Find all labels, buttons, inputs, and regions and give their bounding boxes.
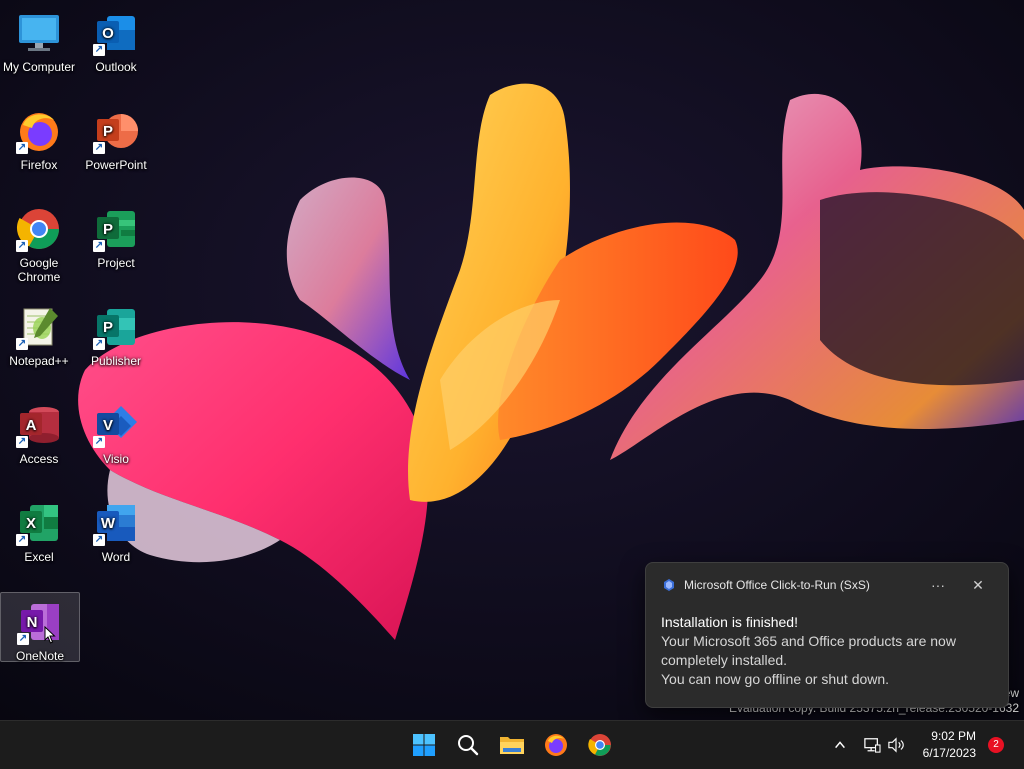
svg-text:A: A bbox=[26, 417, 37, 434]
desktop-icon-publisher[interactable]: P ↗ Publisher bbox=[77, 298, 155, 368]
excel-icon: X ↗ bbox=[16, 500, 62, 546]
svg-text:P: P bbox=[103, 123, 113, 140]
word-icon: W ↗ bbox=[93, 500, 139, 546]
shortcut-arrow-icon: ↗ bbox=[93, 534, 105, 546]
taskbar-search-button[interactable] bbox=[452, 729, 484, 761]
desktop-icon-label: Google Chrome bbox=[17, 256, 61, 284]
desktop-icon-project[interactable]: P ↗ Project bbox=[77, 200, 155, 270]
shortcut-arrow-icon: ↗ bbox=[16, 338, 28, 350]
desktop-icon-outlook[interactable]: O ↗ Outlook bbox=[77, 4, 155, 74]
firefox-icon bbox=[545, 734, 567, 756]
desktop-icon-label: Outlook bbox=[95, 60, 137, 74]
toast-header: Microsoft Office Click-to-Run (SxS) ··· … bbox=[662, 577, 994, 593]
toast-message-line-1: Your Microsoft 365 and Office products a… bbox=[661, 633, 956, 668]
notification-count-badge[interactable]: 2 bbox=[988, 737, 1004, 753]
outlook-icon: O ↗ bbox=[93, 10, 139, 56]
svg-text:O: O bbox=[102, 25, 114, 42]
desktop-icon-visio[interactable]: V ↗ Visio bbox=[77, 396, 155, 466]
desktop-icon-notepadpp[interactable]: ↗ Notepad++ bbox=[0, 298, 78, 368]
shortcut-arrow-icon: ↗ bbox=[16, 142, 28, 154]
toast-message-line-2: You can now go offline or shut down. bbox=[661, 671, 890, 687]
svg-text:W: W bbox=[101, 515, 116, 532]
desktop-icon-firefox[interactable]: ↗ Firefox bbox=[0, 102, 78, 172]
shortcut-arrow-icon: ↗ bbox=[17, 633, 29, 645]
search-icon bbox=[458, 735, 479, 756]
installation-notification-toast[interactable]: Microsoft Office Click-to-Run (SxS) ··· … bbox=[645, 562, 1009, 708]
shortcut-arrow-icon: ↗ bbox=[93, 338, 105, 350]
shortcut-arrow-icon: ↗ bbox=[93, 436, 105, 448]
chrome-icon bbox=[588, 734, 611, 756]
desktop-icon-label: Notepad++ bbox=[9, 354, 69, 368]
toast-app-name: Microsoft Office Click-to-Run (SxS) bbox=[684, 578, 870, 592]
desktop-icon-label: PowerPoint bbox=[85, 158, 147, 172]
visio-icon: V ↗ bbox=[93, 402, 139, 448]
clock-date[interactable]: 6/17/2023 bbox=[910, 746, 976, 760]
desktop-icon-chrome[interactable]: ↗ Google Chrome bbox=[0, 200, 78, 284]
desktop-icon-label: Excel bbox=[24, 550, 54, 564]
svg-text:V: V bbox=[103, 417, 113, 434]
powerpoint-icon: P ↗ bbox=[93, 108, 139, 154]
desktop-icon-label: Word bbox=[101, 550, 131, 564]
chevron-up-icon bbox=[835, 741, 845, 749]
toast-title: Installation is finished! bbox=[661, 614, 798, 630]
volume-button[interactable] bbox=[882, 729, 910, 761]
shortcut-arrow-icon: ↗ bbox=[93, 44, 105, 56]
toast-body: Installation is finished! Your Microsoft… bbox=[661, 613, 996, 689]
desktop-icon-label: My Computer bbox=[2, 60, 76, 74]
notepadpp-icon: ↗ bbox=[16, 304, 62, 350]
taskbar-chrome[interactable] bbox=[584, 729, 616, 761]
computer-icon bbox=[16, 10, 62, 56]
shortcut-arrow-icon: ↗ bbox=[16, 436, 28, 448]
svg-text:P: P bbox=[103, 319, 113, 336]
chrome-icon: ↗ bbox=[16, 206, 62, 252]
desktop-icon-excel[interactable]: X ↗ Excel bbox=[0, 494, 78, 564]
windows-logo-icon bbox=[413, 734, 435, 756]
taskbar-file-explorer[interactable] bbox=[496, 729, 528, 761]
svg-text:X: X bbox=[26, 515, 36, 532]
clock-time[interactable]: 9:02 PM bbox=[910, 729, 976, 743]
svg-text:N: N bbox=[27, 614, 38, 631]
speaker-icon bbox=[888, 737, 904, 753]
desktop-icon-onenote[interactable]: N ↗ OneNote bbox=[0, 592, 80, 663]
shortcut-arrow-icon: ↗ bbox=[93, 240, 105, 252]
desktop-icon-computer[interactable]: My Computer bbox=[0, 4, 78, 74]
show-hidden-icons-button[interactable] bbox=[824, 729, 856, 761]
desktop-icon-label: Access bbox=[19, 452, 59, 466]
svg-text:P: P bbox=[103, 221, 113, 238]
project-icon: P ↗ bbox=[93, 206, 139, 252]
toast-close-button[interactable]: ✕ bbox=[968, 575, 988, 595]
network-icon bbox=[864, 738, 881, 753]
desktop-icon-word[interactable]: W ↗ Word bbox=[77, 494, 155, 564]
toast-more-options-button[interactable]: ··· bbox=[928, 575, 948, 595]
firefox-icon: ↗ bbox=[16, 108, 62, 154]
desktop-icon-powerpoint[interactable]: P ↗ PowerPoint bbox=[77, 102, 155, 172]
taskbar-firefox[interactable] bbox=[540, 729, 572, 761]
onenote-icon: N ↗ bbox=[17, 599, 63, 645]
office-clicktorun-icon bbox=[662, 578, 676, 592]
desktop-icon-label: OneNote bbox=[15, 649, 65, 663]
file-explorer-icon bbox=[500, 737, 524, 754]
start-button[interactable] bbox=[408, 729, 440, 761]
shortcut-arrow-icon: ↗ bbox=[16, 240, 28, 252]
desktop-icon-label: Publisher bbox=[90, 354, 142, 368]
shortcut-arrow-icon: ↗ bbox=[16, 534, 28, 546]
mouse-cursor-icon bbox=[44, 626, 56, 644]
desktop-icon-access[interactable]: A ↗ Access bbox=[0, 396, 78, 466]
desktop-icon-label: Project bbox=[97, 256, 135, 270]
access-icon: A ↗ bbox=[16, 402, 62, 448]
taskbar: 9:02 PM 6/17/2023 bbox=[0, 720, 1024, 769]
publisher-icon: P ↗ bbox=[93, 304, 139, 350]
desktop-icon-label: Firefox bbox=[20, 158, 58, 172]
desktop-icon-label: Visio bbox=[103, 452, 129, 466]
shortcut-arrow-icon: ↗ bbox=[93, 142, 105, 154]
